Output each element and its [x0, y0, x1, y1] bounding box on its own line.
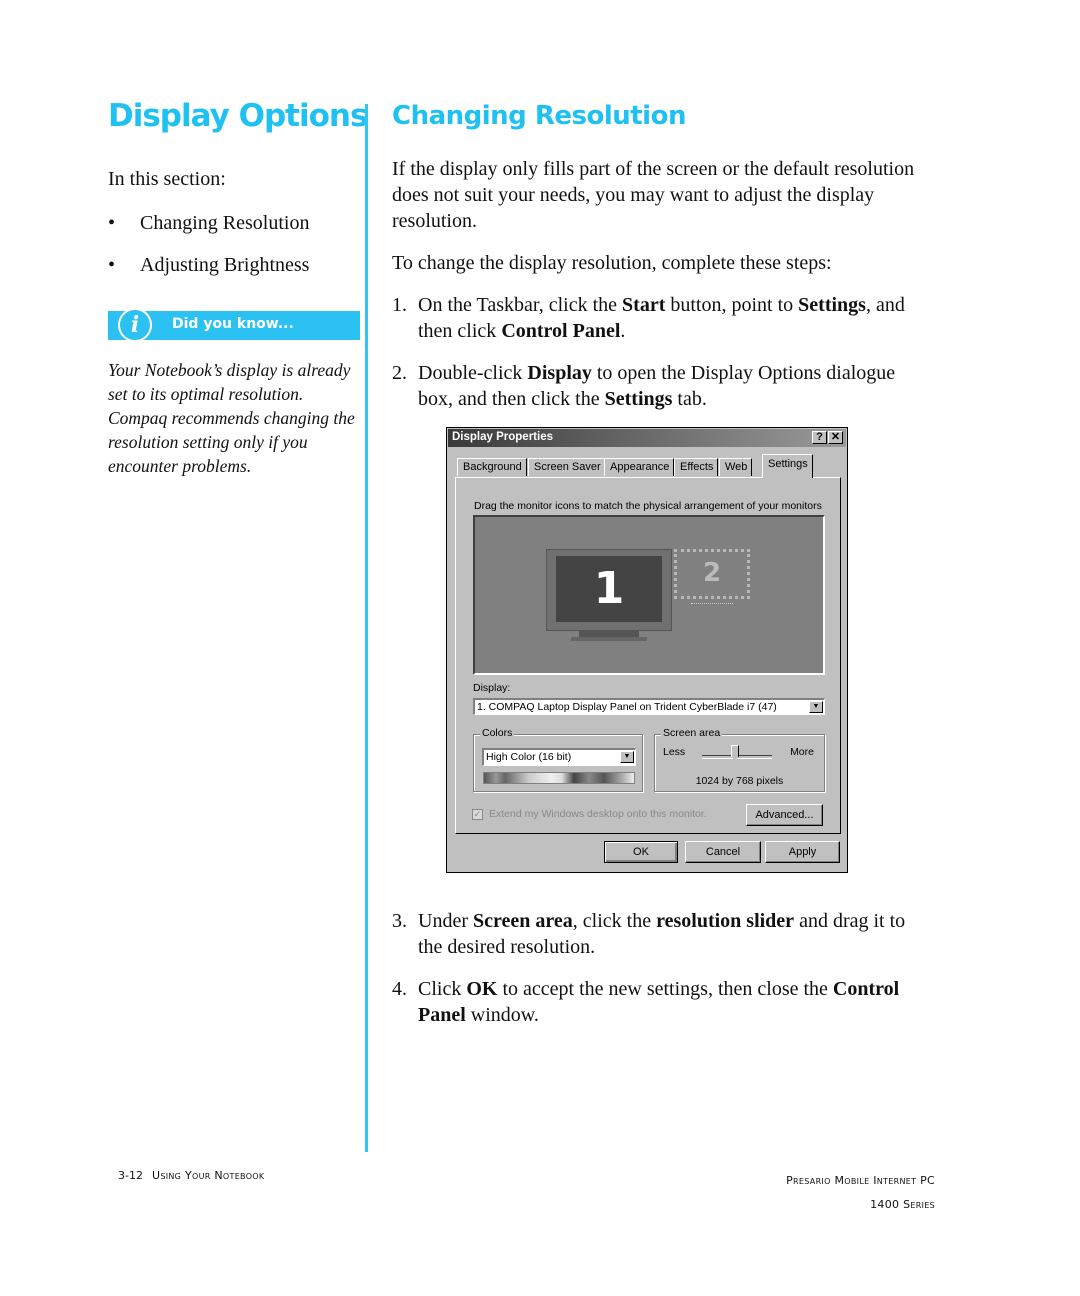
tab-appearance[interactable]: Appearance — [604, 458, 675, 476]
step-run: , click the — [572, 910, 657, 932]
chevron-down-icon[interactable]: ▼ — [809, 701, 823, 713]
step-text: Double-click Display to open the Display… — [418, 360, 932, 412]
step-run: window. — [465, 1004, 539, 1026]
step-emphasis: Settings — [604, 388, 673, 410]
step-emphasis: Display — [527, 362, 592, 384]
step-number: 2. — [392, 362, 407, 384]
step-text: On the Taskbar, click the Start button, … — [418, 292, 932, 344]
display-properties-dialog: Display Properties ? ✕ Background Screen… — [446, 427, 848, 873]
help-icon[interactable]: ? — [812, 431, 827, 444]
step-run: button, point to — [665, 294, 799, 316]
step-item: 4. Click OK to accept the new settings, … — [392, 976, 932, 1028]
step-run: Click — [418, 978, 467, 1000]
monitor-1-base — [571, 637, 647, 641]
resolution-readout: 1024 by 768 pixels — [695, 775, 784, 787]
advanced-button[interactable]: Advanced... — [746, 804, 823, 826]
step-emphasis: Settings — [798, 294, 866, 316]
monitor-instruction: Drag the monitor icons to match the phys… — [474, 500, 822, 512]
section-list-item[interactable]: • Adjusting Brightness — [108, 252, 358, 278]
did-you-know-label: Did you know... — [172, 316, 294, 332]
step-number: 4. — [392, 978, 407, 1000]
steps-intro: To change the display resolution, comple… — [392, 252, 832, 274]
ok-button[interactable]: OK — [604, 841, 678, 863]
monitor-1-label: 1 — [556, 556, 662, 622]
colors-select[interactable]: High Color (16 bit) ▼ — [482, 748, 636, 766]
display-select[interactable]: 1. COMPAQ Laptop Display Panel on Triden… — [473, 698, 825, 715]
step-run: . — [620, 320, 626, 342]
monitor-2-stand — [691, 603, 733, 607]
step-item: 1. On the Taskbar, click the Start butto… — [392, 292, 932, 344]
monitor-arrangement-area[interactable]: 1 2 — [473, 515, 825, 675]
footer-product-line1: Presario Mobile Internet PC — [786, 1174, 935, 1187]
extend-desktop-checkbox[interactable]: ✓ Extend my Windows desktop onto this mo… — [472, 808, 707, 820]
close-icon[interactable]: ✕ — [828, 431, 843, 444]
sidebar: In this section: • Changing Resolution • A… — [108, 166, 358, 294]
sidebar-intro: In this section: — [108, 168, 226, 190]
tip-text: Your Notebook’s display is already set t… — [108, 360, 355, 476]
section-title: Display Options — [108, 98, 368, 134]
step-run: Under — [418, 910, 473, 932]
step-run: to accept the new settings, then close t… — [497, 978, 833, 1000]
screen-area-group: Screen area Less More 1024 by 768 pixels — [654, 727, 825, 792]
intro-paragraph: If the display only fills part of the sc… — [392, 158, 915, 232]
footer-product: Presario Mobile Internet PC 1400 Series — [786, 1169, 935, 1217]
step-emphasis: OK — [466, 978, 498, 1000]
display-select-value: 1. COMPAQ Laptop Display Panel on Triden… — [477, 701, 777, 713]
tab-effects[interactable]: Effects — [674, 458, 719, 476]
section-list: • Changing Resolution • Adjusting Brightne… — [108, 210, 358, 278]
step-run: On the Taskbar, click the — [418, 294, 623, 316]
vertical-divider — [365, 104, 368, 1152]
step-number: 3. — [392, 910, 407, 932]
info-icon: i — [118, 308, 152, 342]
main-content-continued: 3. Under Screen area, click the resoluti… — [392, 908, 932, 1044]
colors-select-value: High Color (16 bit) — [486, 751, 572, 763]
step-run: tab. — [672, 388, 707, 410]
page-title: Changing Resolution — [392, 101, 686, 131]
slider-more-label: More — [790, 746, 814, 758]
step-text: Click OK to accept the new settings, the… — [418, 976, 932, 1028]
monitor-1-icon[interactable]: 1 — [546, 549, 672, 631]
bullet-icon: • — [108, 254, 116, 276]
footer-chapter: Using Your Notebook — [152, 1169, 265, 1182]
checkmark-icon[interactable]: ✓ — [472, 808, 483, 820]
color-palette-bar — [483, 772, 635, 784]
colors-group: Colors High Color (16 bit) ▼ — [473, 727, 643, 792]
footer-product-line2: 1400 Series — [870, 1198, 935, 1211]
dialog-title: Display Properties — [452, 431, 553, 443]
step-emphasis: Screen area — [472, 910, 573, 932]
extend-desktop-label: Extend my Windows desktop onto this moni… — [489, 808, 707, 820]
colors-legend: Colors — [480, 727, 515, 739]
did-you-know-banner: i Did you know... — [108, 308, 360, 342]
section-list-item-label: Adjusting Brightness — [140, 254, 310, 276]
section-list-item-label: Changing Resolution — [140, 212, 310, 234]
step-emphasis: Control Panel — [501, 320, 621, 342]
tab-background[interactable]: Background — [457, 458, 527, 476]
step-item: 2. Double-click Display to open the Disp… — [392, 360, 932, 412]
dialog-titlebar[interactable]: Display Properties ? ✕ — [448, 429, 846, 447]
monitor-2-icon[interactable]: 2 — [674, 549, 750, 599]
apply-button[interactable]: Apply — [765, 841, 840, 863]
tab-screen-saver[interactable]: Screen Saver — [528, 458, 606, 476]
main-content: If the display only fills part of the sc… — [392, 156, 932, 428]
section-list-item[interactable]: • Changing Resolution — [108, 210, 358, 236]
slider-less-label: Less — [663, 746, 686, 758]
step-number: 1. — [392, 294, 407, 316]
display-label: Display: — [473, 682, 511, 694]
settings-panel: Drag the monitor icons to match the phys… — [455, 477, 841, 834]
tab-web[interactable]: Web — [719, 458, 753, 476]
step-emphasis: resolution slider — [656, 910, 795, 932]
bullet-icon: • — [108, 212, 116, 234]
tab-settings[interactable]: Settings — [762, 454, 813, 478]
step-emphasis: Start — [622, 294, 666, 316]
chevron-down-icon[interactable]: ▼ — [620, 751, 634, 763]
step-text: Under Screen area, click the resolution … — [418, 908, 932, 960]
page-number: 3-12 — [118, 1169, 143, 1182]
step-run: Double-click — [418, 362, 528, 384]
cancel-button[interactable]: Cancel — [685, 841, 761, 863]
screen-area-legend: Screen area — [661, 727, 723, 739]
step-item: 3. Under Screen area, click the resoluti… — [392, 908, 932, 960]
